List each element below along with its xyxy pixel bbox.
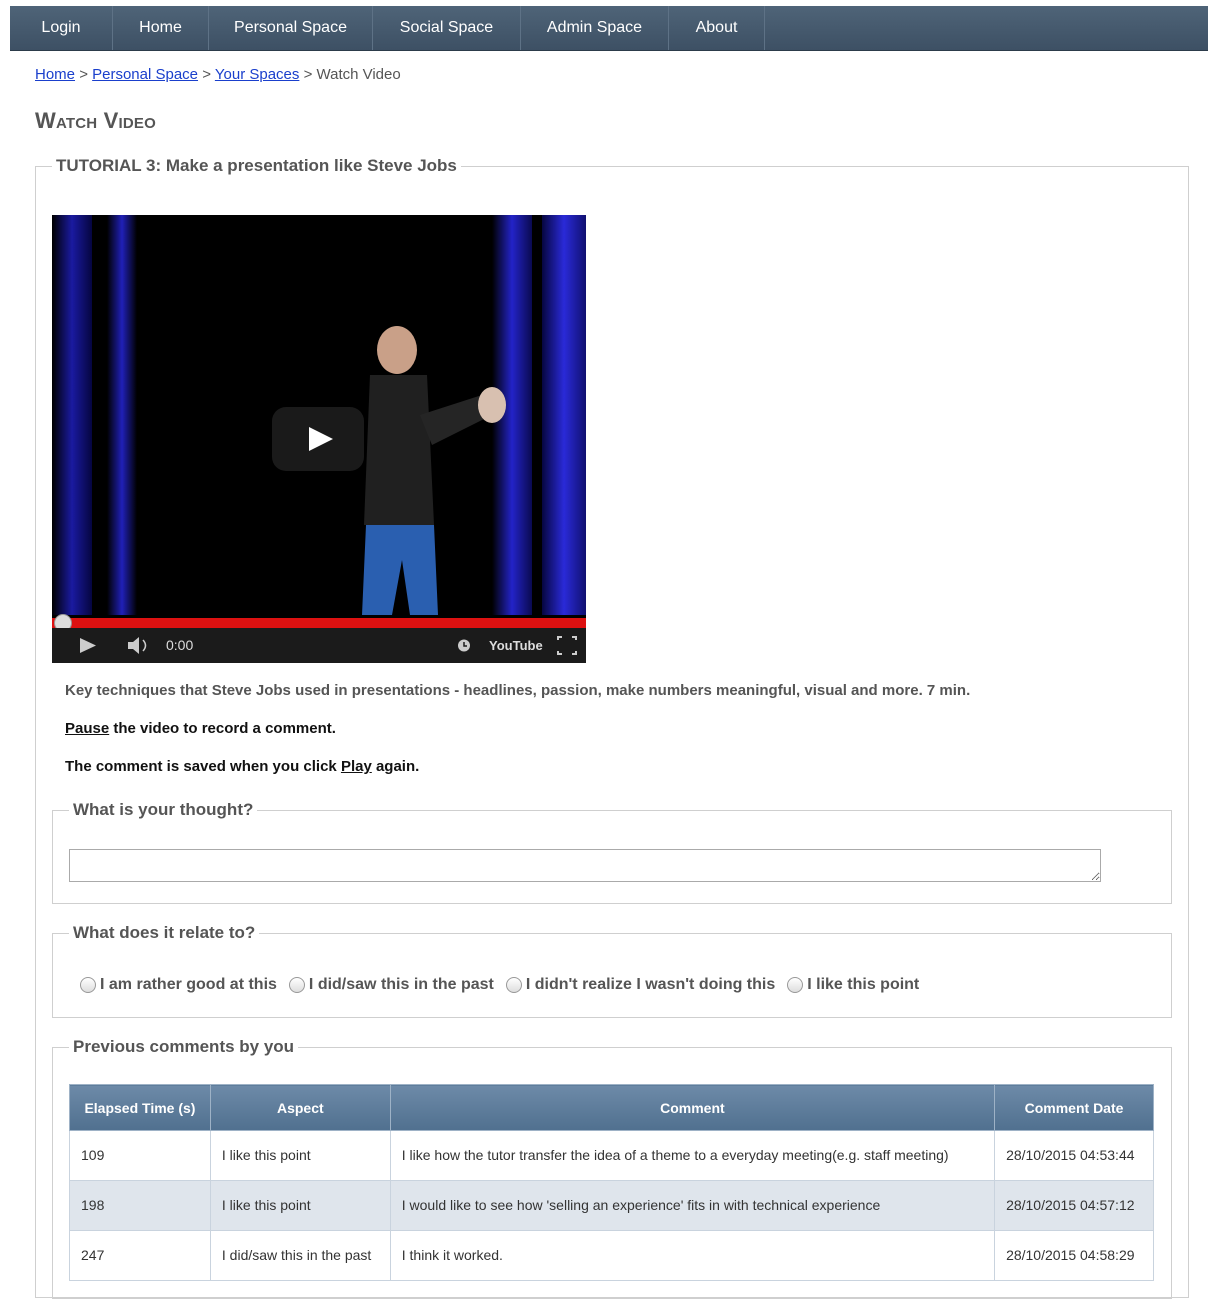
youtube-logo-icon[interactable]: YouTube <box>489 628 543 663</box>
breadcrumb: Home > Personal Space > Your Spaces > Wa… <box>35 66 401 83</box>
nav-about[interactable]: About <box>669 6 765 50</box>
breadcrumb-personal-space-link[interactable]: Personal Space <box>92 66 198 83</box>
breadcrumb-separator: > <box>303 66 313 83</box>
nav-login[interactable]: Login <box>10 6 113 50</box>
radio-label: I did/saw this in the past <box>308 976 494 993</box>
top-navbar: Login Home Personal Space Social Space A… <box>10 6 1208 51</box>
play-link[interactable]: Play <box>341 758 372 775</box>
instruction-play-suffix: again. <box>371 758 420 775</box>
watch-later-icon[interactable] <box>456 628 472 663</box>
presenter-figure <box>362 326 506 615</box>
breadcrumb-separator: > <box>79 66 88 83</box>
cell-aspect: I like this point <box>209 1130 391 1181</box>
video-time: 0:00 <box>166 637 194 653</box>
video-controls: 0:00 YouTube <box>52 628 586 663</box>
cell-date: 28/10/2015 04:58:29 <box>994 1230 1154 1281</box>
instruction-pause-text: the video to record a comment. <box>109 720 336 737</box>
radio-button[interactable] <box>505 977 522 993</box>
table-row: 247 I did/saw this in the past I think i… <box>69 1230 1154 1281</box>
stage-curtain-left <box>52 215 92 615</box>
tutorial-legend: TUTORIAL 3: Make a presentation like Ste… <box>56 156 457 175</box>
thought-legend: What is your thought? <box>73 800 254 819</box>
column-header-aspect[interactable]: Aspect <box>209 1084 391 1131</box>
cell-elapsed: 247 <box>69 1230 211 1281</box>
cell-elapsed: 198 <box>69 1180 211 1231</box>
table-row: 109 I like this point I like how the tut… <box>69 1130 1154 1181</box>
cell-comment: I would like to see how 'selling an expe… <box>389 1180 996 1231</box>
breadcrumb-separator: > <box>202 66 211 83</box>
radio-label: I am rather good at this <box>100 976 277 993</box>
nav-admin-space[interactable]: Admin Space <box>521 6 669 50</box>
instruction-pause: Pause the video to record a comment. <box>65 720 336 737</box>
cell-comment: I think it worked. <box>389 1230 996 1281</box>
relate-options: I am rather good at this I did/saw this … <box>80 976 931 994</box>
radio-label: I like this point <box>807 976 920 993</box>
fullscreen-icon[interactable] <box>556 628 578 663</box>
breadcrumb-home-link[interactable]: Home <box>35 66 75 83</box>
cell-aspect: I like this point <box>209 1180 391 1231</box>
radio-button[interactable] <box>288 977 305 993</box>
cell-comment: I like how the tutor transfer the idea o… <box>389 1130 996 1181</box>
stage-curtain-left2 <box>107 215 137 615</box>
column-header-comment[interactable]: Comment <box>389 1084 996 1131</box>
table-row: 198 I like this point I would like to se… <box>69 1180 1154 1231</box>
volume-icon[interactable] <box>126 628 152 663</box>
column-header-elapsed[interactable]: Elapsed Time (s) <box>69 1084 211 1131</box>
breadcrumb-your-spaces-link[interactable]: Your Spaces <box>215 66 300 83</box>
nav-home[interactable]: Home <box>113 6 209 50</box>
instruction-play: The comment is saved when you click Play… <box>65 758 419 775</box>
thought-textarea[interactable] <box>69 849 1101 882</box>
breadcrumb-current: Watch Video <box>316 66 401 83</box>
play-icon[interactable] <box>78 628 98 663</box>
radio-button[interactable] <box>80 977 96 993</box>
radio-option-didnt-realize[interactable]: I didn't realize I wasn't doing this <box>505 976 776 994</box>
page-title: Watch Video <box>35 108 156 133</box>
stage-curtain-right2 <box>542 215 586 615</box>
cell-date: 28/10/2015 04:53:44 <box>994 1130 1154 1181</box>
radio-label: I didn't realize I wasn't doing this <box>525 976 776 993</box>
cell-elapsed: 109 <box>69 1130 211 1181</box>
previous-comments-table: Elapsed Time (s) Aspect Comment Comment … <box>69 1084 1154 1281</box>
relate-fieldset: What does it relate to? <box>52 923 1172 1018</box>
nav-personal-space[interactable]: Personal Space <box>209 6 373 50</box>
table-header-row: Elapsed Time (s) Aspect Comment Comment … <box>69 1084 1154 1131</box>
radio-option-did-in-past[interactable]: I did/saw this in the past <box>288 976 494 994</box>
video-progress-bar[interactable] <box>52 618 586 628</box>
pause-link[interactable]: Pause <box>65 720 109 737</box>
cell-aspect: I did/saw this in the past <box>209 1230 391 1281</box>
radio-option-good-at[interactable]: I am rather good at this <box>80 976 277 994</box>
relate-legend: What does it relate to? <box>73 923 256 942</box>
big-play-button[interactable] <box>272 407 364 471</box>
nav-social-space[interactable]: Social Space <box>373 6 521 50</box>
cell-date: 28/10/2015 04:57:12 <box>994 1180 1154 1231</box>
video-player[interactable]: 0:00 YouTube <box>52 215 586 663</box>
column-header-date[interactable]: Comment Date <box>994 1084 1154 1131</box>
radio-option-like-point[interactable]: I like this point <box>787 976 919 994</box>
video-description: Key techniques that Steve Jobs used in p… <box>65 682 971 699</box>
instruction-play-text: The comment is saved when you click <box>65 758 341 775</box>
radio-button[interactable] <box>787 977 804 993</box>
previous-comments-legend: Previous comments by you <box>73 1037 295 1056</box>
